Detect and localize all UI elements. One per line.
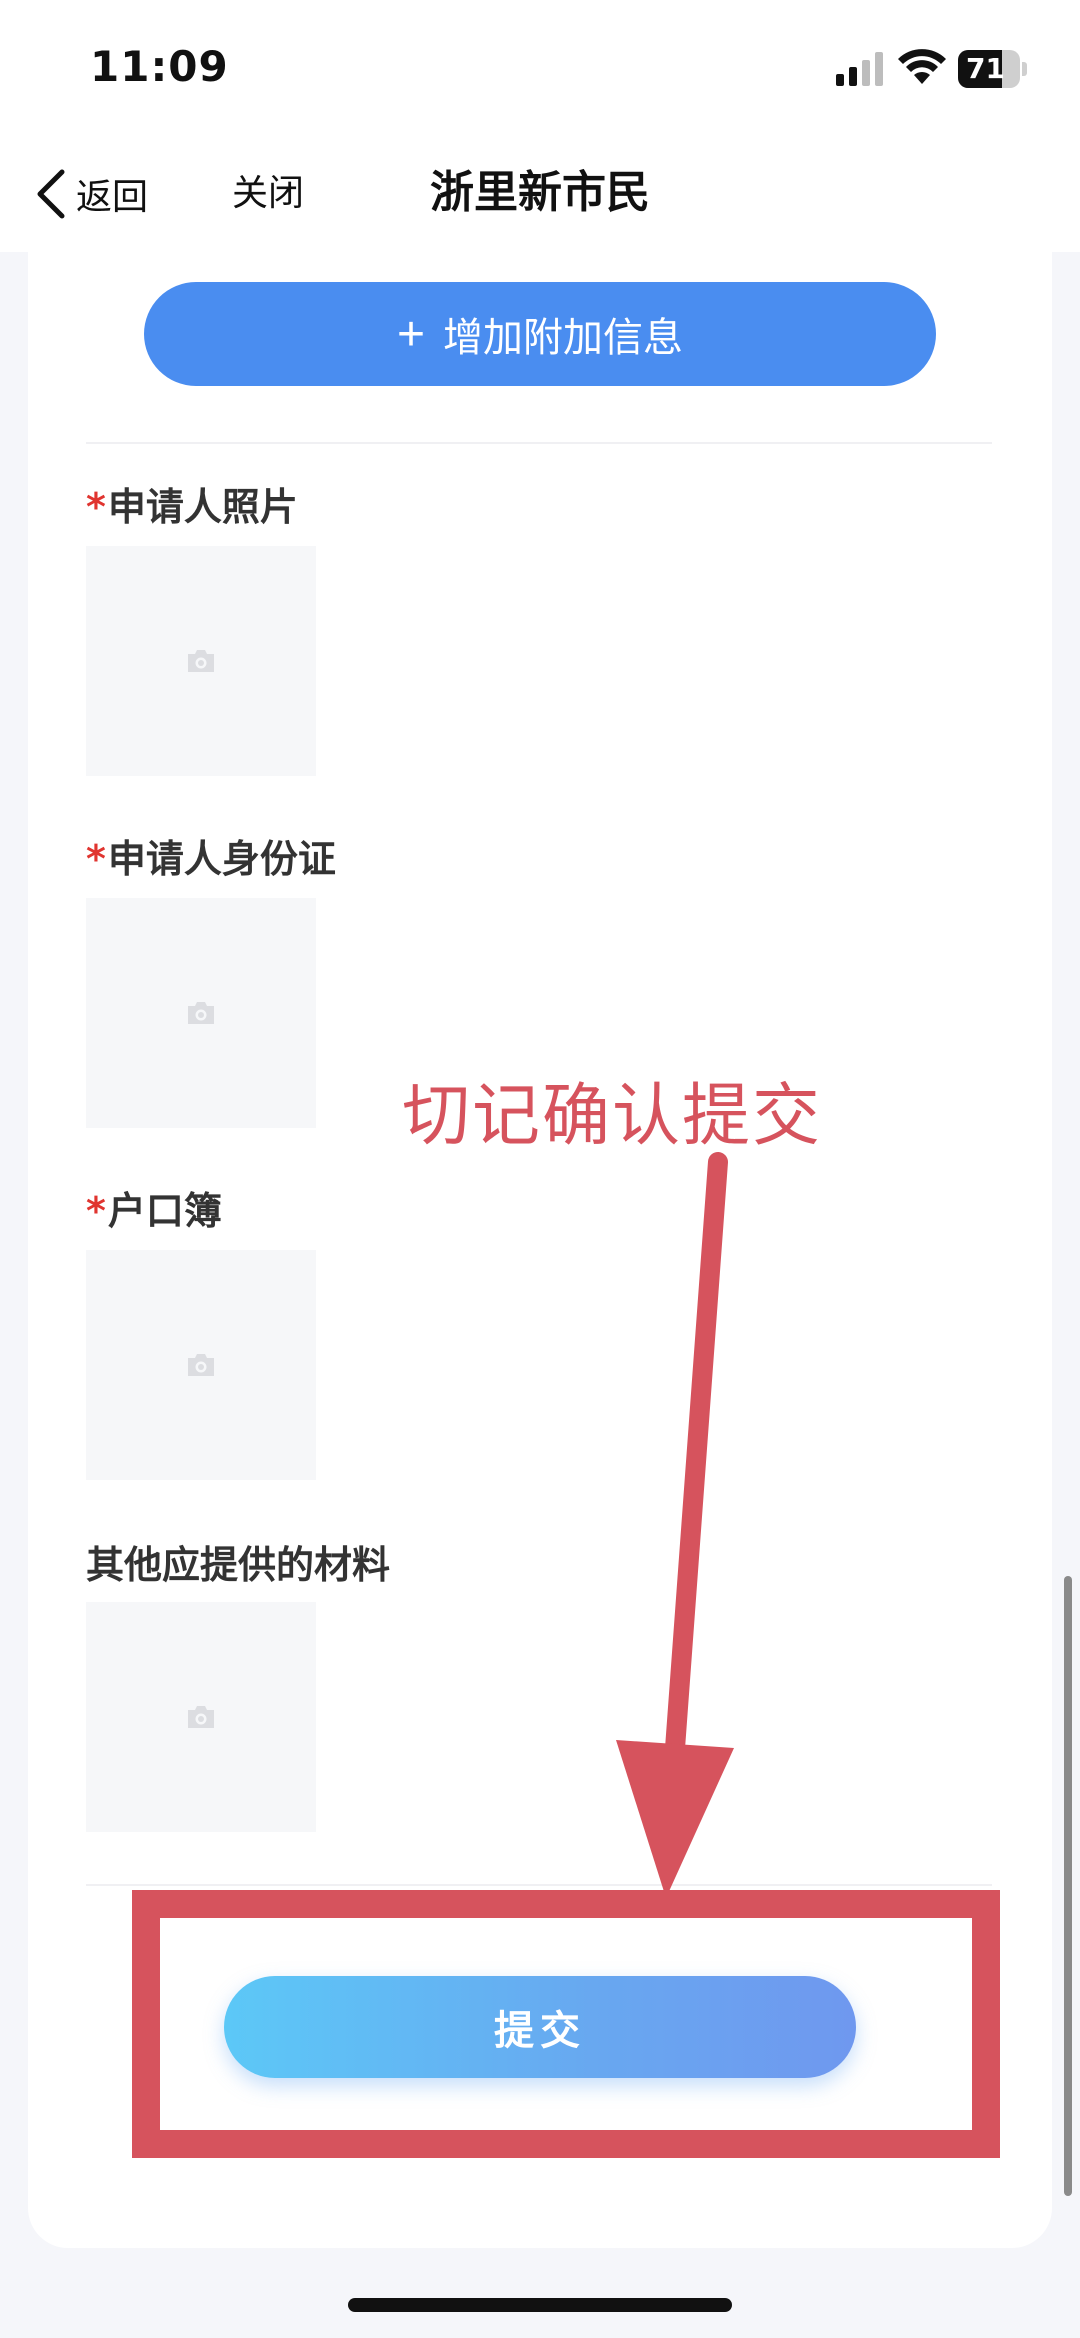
wifi-icon xyxy=(898,49,946,84)
close-button[interactable]: 关闭 xyxy=(232,162,304,226)
cellular-signal-icon xyxy=(836,52,883,86)
plus-icon: + xyxy=(396,307,426,361)
page-title: 浙里新市民 xyxy=(430,167,650,218)
required-mark: * xyxy=(86,1189,106,1233)
annotation-highlight-box xyxy=(132,1890,1000,2158)
field-label-household-register: *户口簿 xyxy=(86,1189,222,1233)
camera-icon xyxy=(188,1354,214,1376)
upload-applicant-photo[interactable] xyxy=(86,546,316,776)
field-label-applicant-id: *申请人身份证 xyxy=(86,837,336,881)
upload-applicant-id[interactable] xyxy=(86,898,316,1128)
back-button[interactable]: 返回 xyxy=(34,162,148,226)
chevron-left-icon xyxy=(37,169,65,219)
status-bar: 11:09 71 xyxy=(0,0,1080,140)
divider xyxy=(86,1884,992,1886)
camera-icon xyxy=(188,1002,214,1024)
required-mark: * xyxy=(86,485,106,529)
field-label-other-materials: 其他应提供的材料 xyxy=(86,1543,391,1587)
annotation-arrow-icon xyxy=(616,1152,734,1898)
add-info-button[interactable]: + 增加附加信息 xyxy=(144,282,936,386)
nav-bar: 返回 关闭 浙里新市民 xyxy=(0,140,1080,252)
required-mark: * xyxy=(86,837,106,881)
status-time: 11:09 xyxy=(90,42,229,91)
upload-household-register[interactable] xyxy=(86,1250,316,1480)
home-indicator[interactable] xyxy=(348,2298,732,2312)
divider xyxy=(86,442,992,444)
battery-level: 71 xyxy=(966,52,1005,85)
camera-icon xyxy=(188,1706,214,1728)
back-label: 返回 xyxy=(76,177,149,218)
annotation-text: 切记确认提交 xyxy=(402,1077,823,1156)
camera-icon xyxy=(188,650,214,672)
battery-icon: 71 xyxy=(958,50,1028,88)
field-label-applicant-photo: *申请人照片 xyxy=(86,485,298,529)
add-info-label: 增加附加信息 xyxy=(443,316,684,360)
upload-other-materials[interactable] xyxy=(86,1602,316,1832)
page: 11:09 71 返回 关闭 浙里新市民 + 增加附加信息 *申请人照片 *申请… xyxy=(0,0,1080,2338)
scrollbar[interactable] xyxy=(1064,1576,1072,2196)
